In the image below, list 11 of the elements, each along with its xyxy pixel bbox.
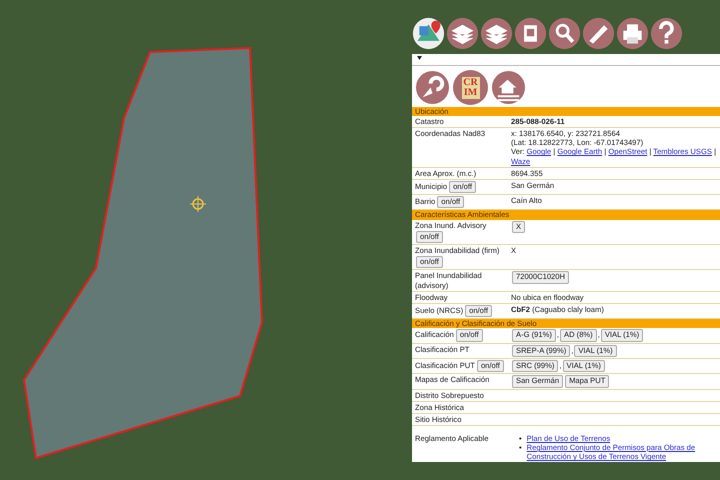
crosshair-icon xyxy=(190,196,206,212)
logo-button[interactable]: CRIM xyxy=(453,70,488,105)
maps-pin-icon[interactable] xyxy=(412,17,445,50)
layers-icon[interactable] xyxy=(446,17,479,50)
printer-icon[interactable] xyxy=(616,17,649,50)
help-icon[interactable] xyxy=(650,17,683,50)
house-flood-icon[interactable] xyxy=(491,70,526,105)
layers-icon[interactable] xyxy=(480,17,513,50)
caret-icon[interactable] xyxy=(417,56,422,60)
search-icon[interactable] xyxy=(548,17,581,50)
document-icon[interactable] xyxy=(514,17,547,50)
